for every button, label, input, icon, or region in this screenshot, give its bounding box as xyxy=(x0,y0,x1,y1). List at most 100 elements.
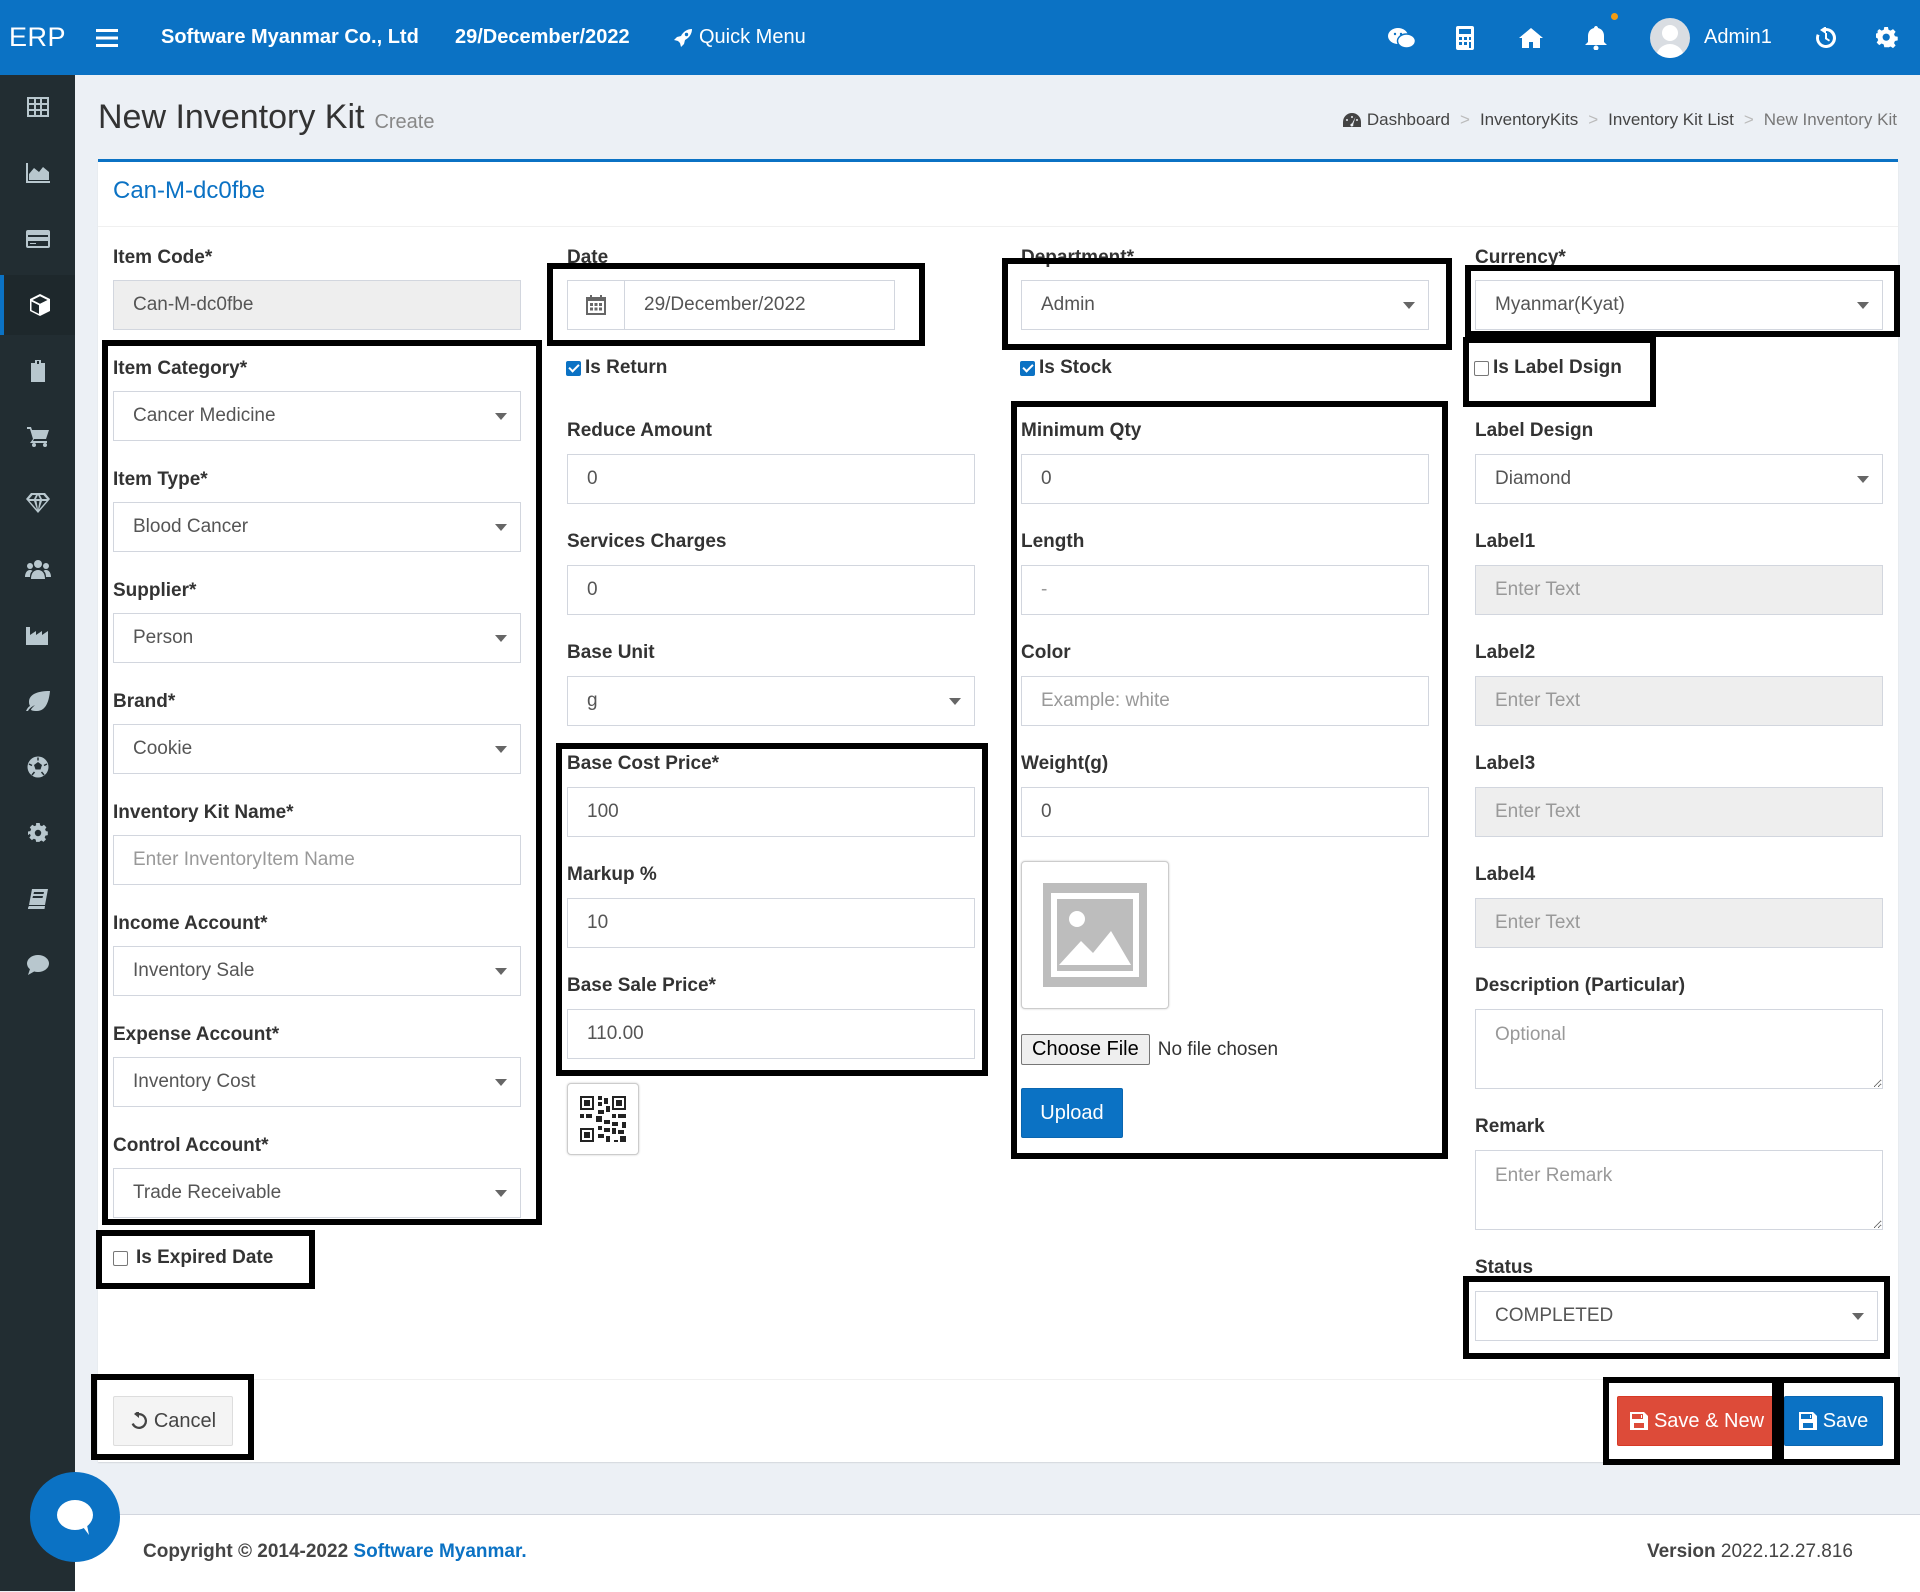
current-date: 29/December/2022 xyxy=(455,26,630,48)
rocket-icon xyxy=(674,28,692,47)
qr-code-icon[interactable] xyxy=(567,1083,639,1155)
history-icon[interactable] xyxy=(1810,0,1842,75)
menu-icon[interactable] xyxy=(90,0,124,75)
chat-bubble-icon xyxy=(57,1500,93,1535)
is-label-design-checkbox[interactable]: Is Label Dsign xyxy=(1474,357,1622,379)
sidebar-item-industry[interactable] xyxy=(0,605,75,665)
calendar-icon[interactable] xyxy=(567,280,625,330)
dashboard-icon xyxy=(1342,113,1361,127)
app-logo[interactable]: ERP xyxy=(0,0,75,75)
color-input[interactable]: Example: white xyxy=(1021,676,1429,726)
length-input[interactable]: - xyxy=(1021,565,1429,615)
date-input[interactable]: 29/December/2022 xyxy=(624,280,895,330)
choose-file-button[interactable]: Choose File xyxy=(1021,1034,1150,1065)
chat-widget-button[interactable] xyxy=(30,1472,120,1562)
sidebar-item-book[interactable] xyxy=(0,869,75,929)
brand-link[interactable]: Software Myanmar. xyxy=(353,1541,526,1562)
save-button[interactable]: Save xyxy=(1784,1396,1883,1446)
checkbox-checked[interactable] xyxy=(566,360,581,376)
sidebar-item-soccer[interactable] xyxy=(0,737,75,797)
base-cost-price-input[interactable]: 100 xyxy=(567,787,975,837)
control-account-value: Trade Receivable xyxy=(133,1182,282,1203)
comment-icon xyxy=(26,955,49,975)
kit-name-input[interactable]: Enter InventoryItem Name xyxy=(113,835,521,885)
cog-icon xyxy=(27,823,48,842)
chevron-down-icon xyxy=(1852,1313,1864,1320)
is-stock-checkbox[interactable]: Is Stock xyxy=(1020,357,1112,379)
user-name: Admin1 xyxy=(1704,26,1772,48)
soccer-ball-icon xyxy=(27,756,48,778)
sidebar-item-leaf[interactable] xyxy=(0,671,75,731)
income-account-select[interactable]: Inventory Sale xyxy=(113,946,521,996)
remark-textarea[interactable] xyxy=(1475,1150,1883,1230)
upload-button[interactable]: Upload xyxy=(1021,1088,1123,1138)
breadcrumb-inventory-kit-list[interactable]: Inventory Kit List xyxy=(1608,110,1734,130)
checkbox-checked[interactable] xyxy=(1020,360,1035,376)
reduce-amount-input[interactable]: 0 xyxy=(567,454,975,504)
leaf-icon xyxy=(25,691,50,711)
base-unit-select[interactable]: g xyxy=(567,676,975,726)
brand-select[interactable]: Cookie xyxy=(113,724,521,774)
date-label: Date xyxy=(567,247,609,268)
chevron-down-icon xyxy=(1403,302,1415,309)
quick-menu-link[interactable]: Quick Menu xyxy=(673,0,806,75)
calculator-icon[interactable] xyxy=(1450,0,1480,75)
is-expired-date-label: Is Expired Date xyxy=(136,1247,274,1268)
item-type-select[interactable]: Blood Cancer xyxy=(113,502,521,552)
label4-input[interactable]: Enter Text xyxy=(1475,898,1883,948)
sidebar-item-users[interactable] xyxy=(0,539,75,599)
gear-icon[interactable] xyxy=(1870,0,1904,75)
breadcrumb-inventorykits[interactable]: InventoryKits xyxy=(1480,110,1578,130)
date-value: 29/December/2022 xyxy=(644,294,806,315)
currency-select[interactable]: Myanmar(Kyat) xyxy=(1475,280,1883,330)
supplier-select[interactable]: Person xyxy=(113,613,521,663)
wechat-icon[interactable] xyxy=(1385,0,1419,75)
label4-placeholder: Enter Text xyxy=(1495,912,1581,933)
undo-icon xyxy=(131,1412,147,1429)
item-category-select[interactable]: Cancer Medicine xyxy=(113,391,521,441)
is-return-checkbox[interactable]: Is Return xyxy=(566,357,667,379)
income-account-value: Inventory Sale xyxy=(133,960,255,981)
label2-input[interactable]: Enter Text xyxy=(1475,676,1883,726)
save-icon xyxy=(1798,1412,1817,1430)
sidebar-item-diamond[interactable] xyxy=(0,473,75,533)
checkbox-unchecked[interactable] xyxy=(1474,360,1489,376)
sidebar-item-inventory[interactable] xyxy=(0,275,75,335)
breadcrumb-dashboard[interactable]: Dashboard xyxy=(1367,110,1450,130)
company-name[interactable]: Software Myanmar Co., Ltd xyxy=(161,0,419,75)
sidebar-item-table[interactable] xyxy=(0,77,75,137)
cancel-label: Cancel xyxy=(153,1409,217,1432)
department-select[interactable]: Admin xyxy=(1021,280,1429,330)
sidebar-item-card[interactable] xyxy=(0,209,75,269)
markup-input[interactable]: 10 xyxy=(567,898,975,948)
description-textarea[interactable] xyxy=(1475,1009,1883,1089)
sidebar-item-comment[interactable] xyxy=(0,935,75,995)
base-sale-price-value: 110.00 xyxy=(587,1023,644,1044)
version-number: 2022.12.27.816 xyxy=(1720,1541,1853,1562)
diamond-icon xyxy=(25,493,50,513)
is-expired-date-checkbox[interactable]: Is Expired Date xyxy=(113,1247,273,1269)
label3-input[interactable]: Enter Text xyxy=(1475,787,1883,837)
sidebar-item-settings[interactable] xyxy=(0,803,75,863)
save-and-new-button[interactable]: Save & New xyxy=(1617,1396,1777,1446)
checkbox-unchecked[interactable] xyxy=(113,1250,128,1266)
control-account-select[interactable]: Trade Receivable xyxy=(113,1168,521,1218)
sidebar-item-chart[interactable] xyxy=(0,143,75,203)
remark-label: Remark xyxy=(1475,1116,1545,1137)
sidebar-item-cart[interactable] xyxy=(0,407,75,467)
bell-icon[interactable] xyxy=(1580,0,1612,75)
label-design-select[interactable]: Diamond xyxy=(1475,454,1883,504)
file-input[interactable]: Choose File No file chosen xyxy=(1021,1034,1278,1065)
services-charges-input[interactable]: 0 xyxy=(567,565,975,615)
minimum-qty-input[interactable]: 0 xyxy=(1021,454,1429,504)
reduce-amount-value: 0 xyxy=(587,468,598,489)
sidebar-item-clipboard[interactable] xyxy=(0,341,75,401)
status-select[interactable]: COMPLETED xyxy=(1475,1291,1878,1341)
weight-input[interactable]: 0 xyxy=(1021,787,1429,837)
home-icon[interactable] xyxy=(1514,0,1548,75)
user-menu[interactable]: Admin1 xyxy=(1650,0,1772,75)
cancel-button[interactable]: Cancel xyxy=(113,1396,233,1446)
base-sale-price-input[interactable]: 110.00 xyxy=(567,1009,975,1059)
label1-input[interactable]: Enter Text xyxy=(1475,565,1883,615)
expense-account-select[interactable]: Inventory Cost xyxy=(113,1057,521,1107)
